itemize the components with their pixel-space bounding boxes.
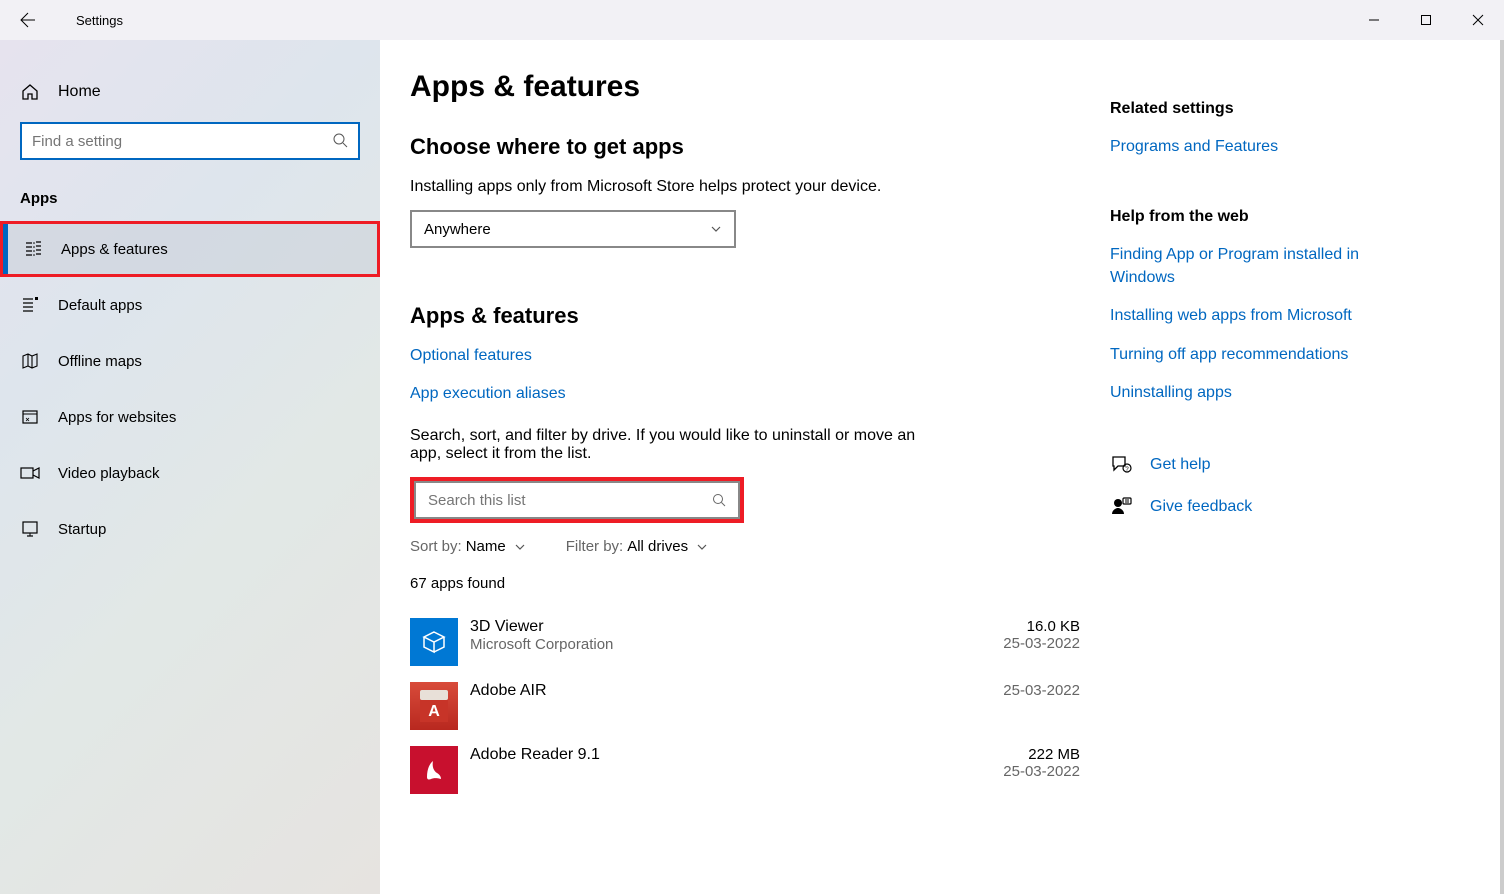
help-web-heading: Help from the web: [1110, 208, 1420, 226]
window-title: Settings: [76, 13, 123, 28]
app-size: 16.0 KB: [1003, 618, 1080, 635]
app-name: 3D Viewer: [470, 618, 613, 636]
default-apps-icon: [20, 295, 40, 315]
app-row[interactable]: 3D Viewer Microsoft Corporation 16.0 KB …: [410, 610, 1080, 674]
sidebar-item-offline-maps[interactable]: Offline maps: [0, 333, 380, 389]
chevron-down-icon: [514, 541, 526, 553]
search-list-input[interactable]: [414, 481, 740, 519]
close-button[interactable]: [1452, 0, 1504, 40]
apps-websites-icon: [20, 407, 40, 427]
optional-features-link[interactable]: Optional features: [410, 347, 1080, 365]
help-link[interactable]: Installing web apps from Microsoft: [1110, 305, 1420, 327]
maximize-button[interactable]: [1400, 0, 1452, 40]
chevron-down-icon: [696, 541, 708, 553]
app-icon-3dviewer: [410, 618, 458, 666]
get-help-link[interactable]: Get help: [1150, 456, 1210, 474]
search-icon: [332, 132, 348, 148]
sidebar-item-label: Offline maps: [58, 353, 142, 370]
right-panel: Related settings Programs and Features H…: [1080, 40, 1450, 894]
sort-by-value: Name: [466, 538, 506, 555]
give-feedback-link[interactable]: Give feedback: [1150, 498, 1252, 516]
sort-by-control[interactable]: Sort by: Name: [410, 538, 526, 555]
feedback-icon: [1110, 496, 1132, 518]
filter-by-value: All drives: [627, 538, 688, 555]
svg-text:A: A: [428, 703, 440, 720]
sidebar-item-label: Apps & features: [61, 241, 168, 258]
app-row[interactable]: A Adobe AIR 25-03-2022: [410, 674, 1080, 738]
app-date: 25-03-2022: [1003, 682, 1080, 699]
home-icon: [20, 82, 40, 102]
sidebar-search-input[interactable]: [20, 122, 360, 160]
startup-icon: [20, 519, 40, 539]
chevron-down-icon: [710, 223, 722, 235]
choose-where-desc: Installing apps only from Microsoft Stor…: [410, 178, 1080, 196]
help-link[interactable]: Finding App or Program installed in Wind…: [1110, 244, 1420, 289]
app-date: 25-03-2022: [1003, 635, 1080, 652]
app-icon-adobe-air: A: [410, 682, 458, 730]
app-count: 67 apps found: [410, 575, 1080, 592]
programs-features-link[interactable]: Programs and Features: [1110, 136, 1420, 158]
search-icon: [712, 493, 726, 507]
help-link[interactable]: Turning off app recommendations: [1110, 344, 1420, 366]
home-button[interactable]: Home: [0, 70, 380, 114]
app-execution-aliases-link[interactable]: App execution aliases: [410, 385, 1080, 403]
get-help-icon: ?: [1110, 454, 1132, 476]
offline-maps-icon: [20, 351, 40, 371]
sidebar-item-apps-features[interactable]: Apps & features: [0, 221, 380, 277]
sidebar-item-label: Startup: [58, 521, 106, 538]
apps-features-heading: Apps & features: [410, 303, 1080, 329]
sidebar-section-label: Apps: [0, 180, 380, 221]
related-settings-heading: Related settings: [1110, 100, 1420, 118]
minimize-button[interactable]: [1348, 0, 1400, 40]
app-row[interactable]: Adobe Reader 9.1 222 MB 25-03-2022: [410, 738, 1080, 802]
filter-by-control[interactable]: Filter by: All drives: [566, 538, 708, 555]
search-sort-desc: Search, sort, and filter by drive. If yo…: [410, 427, 930, 463]
sidebar-item-apps-websites[interactable]: Apps for websites: [0, 389, 380, 445]
scrollbar[interactable]: [1500, 40, 1504, 894]
app-date: 25-03-2022: [1003, 763, 1080, 780]
page-title: Apps & features: [410, 70, 1080, 104]
home-label: Home: [58, 83, 101, 101]
sidebar: Home Apps Apps & features Default apps: [0, 40, 380, 894]
back-button[interactable]: [20, 12, 36, 28]
content-area: Apps & features Choose where to get apps…: [380, 40, 1504, 894]
titlebar: Settings: [0, 0, 1504, 40]
sidebar-item-video-playback[interactable]: Video playback: [0, 445, 380, 501]
sidebar-search[interactable]: [20, 122, 360, 160]
app-source-dropdown[interactable]: Anywhere: [410, 210, 736, 248]
app-icon-adobe-reader: [410, 746, 458, 794]
app-name: Adobe AIR: [470, 682, 547, 700]
sort-by-label: Sort by:: [410, 538, 462, 555]
dropdown-value: Anywhere: [424, 221, 491, 238]
sidebar-item-label: Apps for websites: [58, 409, 176, 426]
search-list-wrap: [410, 477, 744, 523]
video-playback-icon: [20, 463, 40, 483]
sidebar-item-default-apps[interactable]: Default apps: [0, 277, 380, 333]
app-publisher: Microsoft Corporation: [470, 636, 613, 653]
app-name: Adobe Reader 9.1: [470, 746, 600, 764]
apps-features-icon: [23, 239, 43, 259]
sidebar-item-startup[interactable]: Startup: [0, 501, 380, 557]
help-link[interactable]: Uninstalling apps: [1110, 382, 1420, 404]
choose-where-heading: Choose where to get apps: [410, 134, 1080, 160]
sidebar-item-label: Video playback: [58, 465, 159, 482]
sidebar-item-label: Default apps: [58, 297, 142, 314]
app-size: 222 MB: [1003, 746, 1080, 763]
filter-by-label: Filter by:: [566, 538, 624, 555]
